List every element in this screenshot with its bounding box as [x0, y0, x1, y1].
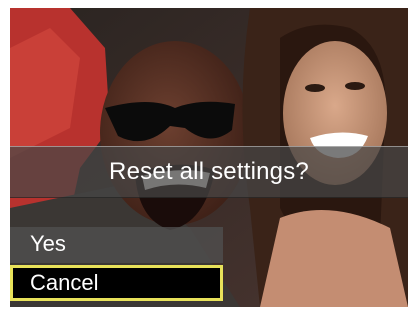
option-yes[interactable]: Yes: [10, 227, 223, 263]
option-cancel[interactable]: Cancel: [10, 265, 223, 301]
dialog-banner: Reset all settings?: [10, 146, 408, 198]
dialog-question: Reset all settings?: [109, 158, 309, 185]
